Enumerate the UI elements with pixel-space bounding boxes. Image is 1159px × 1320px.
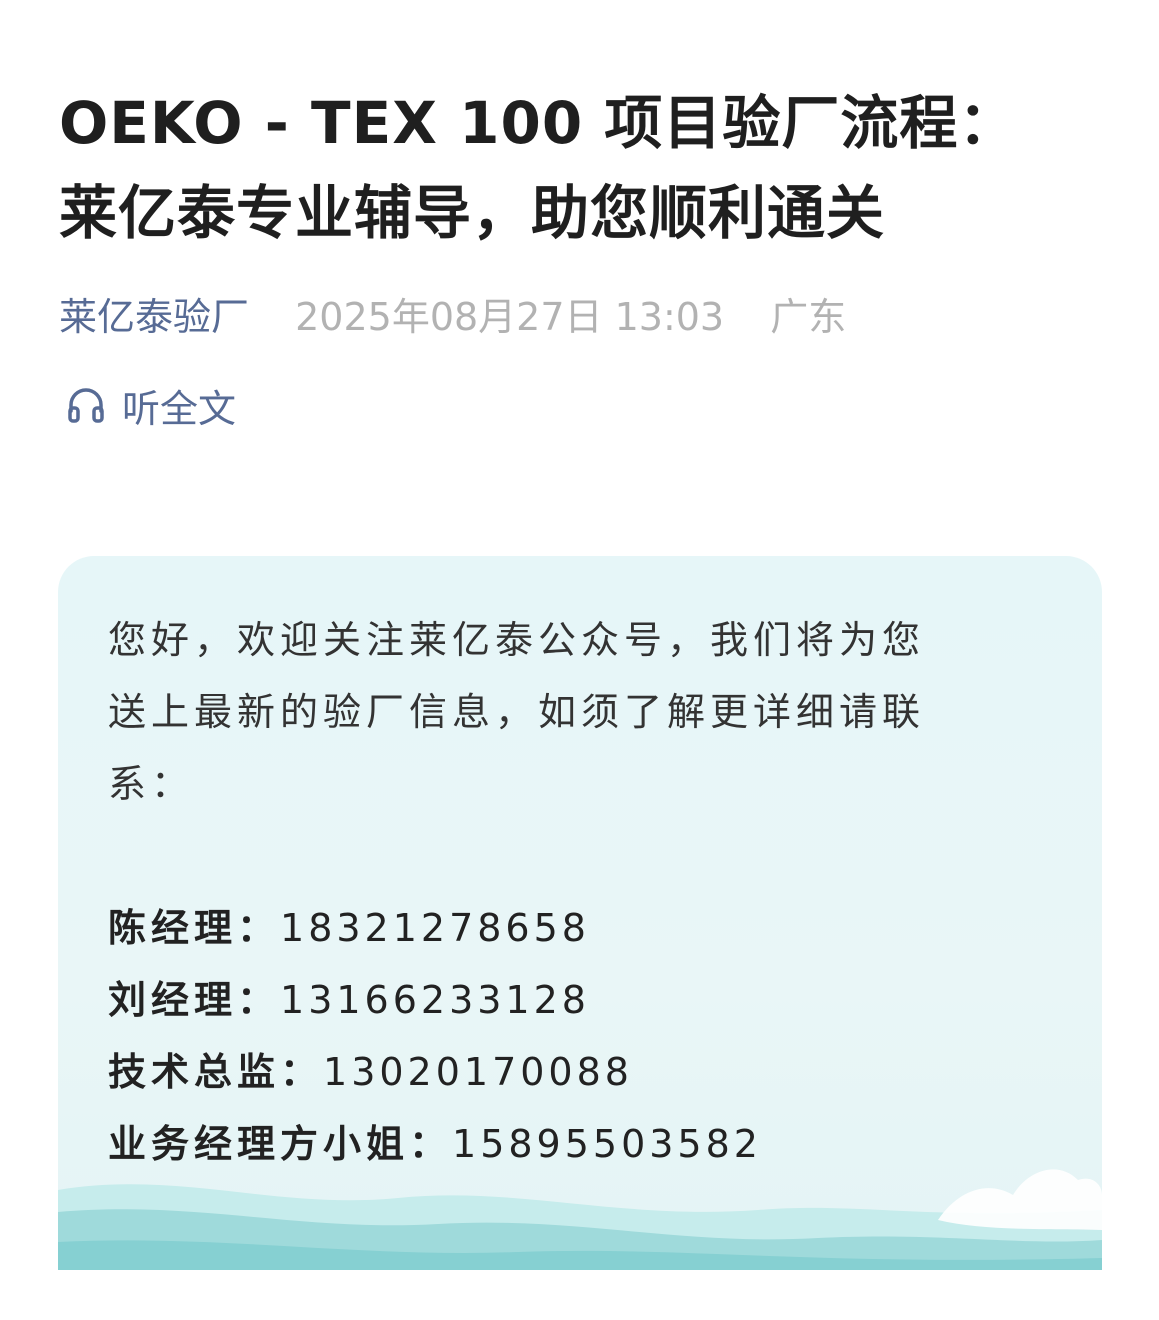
listen-full-text-button[interactable]: 听全文: [64, 378, 236, 432]
contact-row: 刘经理：13166233128: [108, 964, 1058, 1036]
publish-date: 2025年08月27日 13:03: [295, 295, 725, 339]
intro-line: 送上最新的验厂信息，如须了解更详细请联: [108, 690, 926, 734]
contact-card: 您好，欢迎关注莱亿泰公众号，我们将为您 送上最新的验厂信息，如须了解更详细请联 …: [58, 556, 1102, 1270]
contact-label: 陈经理：: [108, 906, 281, 950]
decorative-waves: [58, 1169, 1102, 1270]
contact-row: 陈经理：18321278658: [108, 892, 1058, 964]
intro-line: 系：: [108, 762, 195, 806]
contact-row: 技术总监：13020170088: [108, 1036, 1058, 1108]
listen-label: 听全文: [122, 386, 237, 431]
author-link[interactable]: 莱亿泰验厂: [59, 295, 249, 339]
contact-phone[interactable]: 13020170088: [323, 1050, 633, 1094]
article-title: OEKO - TEX 100 项目验厂流程： 莱亿泰专业辅导，助您顺利通关: [59, 78, 1109, 258]
contact-phone[interactable]: 13166233128: [280, 978, 590, 1022]
card-content: 您好，欢迎关注莱亿泰公众号，我们将为您 送上最新的验厂信息，如须了解更详细请联 …: [108, 604, 1058, 1180]
contact-label: 技术总监：: [108, 1050, 324, 1094]
contact-phone[interactable]: 18321278658: [280, 906, 590, 950]
intro-line: 您好，欢迎关注莱亿泰公众号，我们将为您: [108, 618, 926, 662]
article-title-line-2: 莱亿泰专业辅导，助您顺利通关: [59, 179, 886, 247]
article-meta: 莱亿泰验厂 2025年08月27日 13:03 广东: [59, 290, 846, 344]
publish-location: 广东: [770, 295, 847, 339]
contact-label: 刘经理：: [108, 978, 281, 1022]
headphones-icon: [64, 383, 108, 427]
article-title-line-1: OEKO - TEX 100 项目验厂流程：: [59, 89, 1018, 157]
